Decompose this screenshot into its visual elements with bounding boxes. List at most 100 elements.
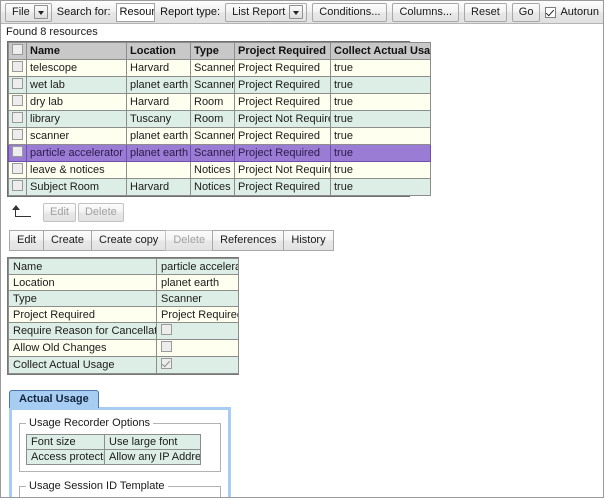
create-button[interactable]: Create [43, 230, 92, 251]
create-copy-button[interactable]: Create copy [91, 230, 166, 251]
file-menu-label: File [12, 5, 30, 20]
column-header-location[interactable]: Location [127, 43, 191, 60]
cell-location [127, 162, 191, 179]
cell-location: Tuscany [127, 111, 191, 128]
move-up-icon[interactable] [11, 205, 35, 219]
columns-button[interactable]: Columns... [392, 3, 459, 22]
usage-option-label[interactable]: Font size [27, 435, 105, 450]
inline-delete-button[interactable]: Delete [78, 203, 124, 222]
cell-project-required: Project Required [235, 128, 331, 145]
chevron-down-icon [289, 5, 303, 19]
references-button[interactable]: References [212, 230, 284, 251]
conditions-button[interactable]: Conditions... [312, 3, 387, 22]
table-row[interactable]: dry labHarvardRoomProject Requiredtrue [9, 94, 431, 111]
checkbox-icon[interactable] [12, 180, 23, 191]
detail-field-checkbox[interactable] [157, 357, 239, 374]
detail-form-row: Collect Actual Usage [9, 357, 239, 374]
column-header-type[interactable]: Type [191, 43, 235, 60]
file-menu-button[interactable]: File [5, 3, 52, 22]
column-header-collect-actual-usage[interactable]: Collect Actual Usage [331, 43, 431, 60]
result-count-status: Found 8 resources [1, 24, 603, 41]
report-type-dropdown[interactable]: List Report [225, 3, 307, 22]
detail-form-row: Locationplanet earth [9, 275, 239, 291]
table-row[interactable]: leave & noticesNoticesProject Not Requir… [9, 162, 431, 179]
usage-recorder-options-group: Usage Recorder Options Font sizeUse larg… [19, 417, 221, 472]
table-row[interactable]: libraryTuscanyRoomProject Not Requiredtr… [9, 111, 431, 128]
cell-location: Harvard [127, 94, 191, 111]
checkbox-icon[interactable] [12, 163, 23, 174]
column-header-project-required[interactable]: Project Required [235, 43, 331, 60]
row-select-cell[interactable] [9, 145, 27, 162]
detail-field-value: Project Required [157, 307, 239, 323]
detail-form-row: Allow Old Changes [9, 340, 239, 357]
checkbox-icon[interactable] [12, 61, 23, 72]
usage-recorder-options-body: Font sizeUse large fontAccess protection… [27, 435, 201, 465]
checkbox-icon[interactable] [12, 95, 23, 106]
detail-form-row: Require Reason for Cancellations [9, 323, 239, 340]
detail-field-label: Name [9, 259, 157, 275]
row-select-cell[interactable] [9, 94, 27, 111]
row-select-cell[interactable] [9, 162, 27, 179]
usage-recorder-options-table: Font sizeUse large fontAccess protection… [26, 434, 201, 465]
detail-field-label: Allow Old Changes [9, 340, 157, 357]
checkbox-icon[interactable] [12, 44, 23, 55]
row-select-cell[interactable] [9, 128, 27, 145]
row-select-cell[interactable] [9, 77, 27, 94]
tab-panel-actual-usage: Usage Recorder Options Font sizeUse larg… [9, 407, 231, 498]
inline-action-row: Edit Delete [1, 203, 603, 221]
autorun-checkbox[interactable]: Autorun [545, 6, 599, 18]
edit-button[interactable]: Edit [9, 230, 44, 251]
cell-type: Scanner [191, 77, 235, 94]
main-toolbar: File Search for: Resource Report type: L… [1, 1, 603, 24]
detail-field-checkbox[interactable] [157, 340, 239, 357]
table-row[interactable]: telescopeHarvardScannerProject Requiredt… [9, 60, 431, 77]
detail-field-checkbox[interactable] [157, 323, 239, 340]
cell-collect-actual-usage: true [331, 128, 431, 145]
detail-form-row: Nameparticle accelerator [9, 259, 239, 275]
cell-name: particle accelerator [27, 145, 127, 162]
cell-type: Scanner [191, 128, 235, 145]
reset-button[interactable]: Reset [464, 3, 507, 22]
table-row[interactable]: Subject RoomHarvardNoticesProject Requir… [9, 179, 431, 196]
row-select-cell[interactable] [9, 179, 27, 196]
usage-option-value[interactable]: Allow any IP Address [105, 450, 201, 465]
cell-location: planet earth [127, 145, 191, 162]
select-all-header[interactable] [9, 43, 27, 60]
table-header-row: Name Location Type Project Required Coll… [9, 43, 431, 60]
checkbox-icon[interactable] [12, 129, 23, 140]
usage-option-value[interactable]: Use large font [105, 435, 201, 450]
checkbox-icon[interactable] [12, 146, 23, 157]
go-button[interactable]: Go [512, 3, 541, 22]
checkbox-icon[interactable] [12, 78, 23, 89]
delete-button[interactable]: Delete [165, 230, 213, 251]
cell-project-required: Project Required [235, 179, 331, 196]
checkbox-icon[interactable] [161, 341, 172, 352]
results-table-body: telescopeHarvardScannerProject Requiredt… [9, 60, 431, 196]
table-row[interactable]: scannerplanet earthScannerProject Requir… [9, 128, 431, 145]
results-table-head: Name Location Type Project Required Coll… [9, 43, 431, 60]
usage-session-id-template-input[interactable]: [Usage.id] [26, 497, 214, 498]
checkbox-icon[interactable] [12, 112, 23, 123]
cell-collect-actual-usage: true [331, 111, 431, 128]
tab-actual-usage[interactable]: Actual Usage [9, 390, 99, 408]
row-select-cell[interactable] [9, 60, 27, 77]
cell-name: dry lab [27, 94, 127, 111]
cell-collect-actual-usage: true [331, 60, 431, 77]
cell-project-required: Project Not Required [235, 111, 331, 128]
checkbox-icon[interactable] [161, 324, 172, 335]
table-row[interactable]: wet labplanet earthScannerProject Requir… [9, 77, 431, 94]
cell-project-required: Project Not Required [235, 162, 331, 179]
search-input[interactable]: Resource [116, 3, 156, 22]
cell-location: planet earth [127, 77, 191, 94]
column-header-name[interactable]: Name [27, 43, 127, 60]
application-window: File Search for: Resource Report type: L… [0, 0, 604, 498]
row-select-cell[interactable] [9, 111, 27, 128]
usage-option-label[interactable]: Access protection [27, 450, 105, 465]
detail-form-table: Nameparticle acceleratorLocationplanet e… [8, 258, 239, 374]
history-button[interactable]: History [283, 230, 333, 251]
cell-name: Subject Room [27, 179, 127, 196]
inline-edit-button[interactable]: Edit [43, 203, 76, 222]
detail-field-label: Type [9, 291, 157, 307]
checkbox-icon[interactable] [161, 358, 172, 369]
table-row[interactable]: particle acceleratorplanet earthScannerP… [9, 145, 431, 162]
